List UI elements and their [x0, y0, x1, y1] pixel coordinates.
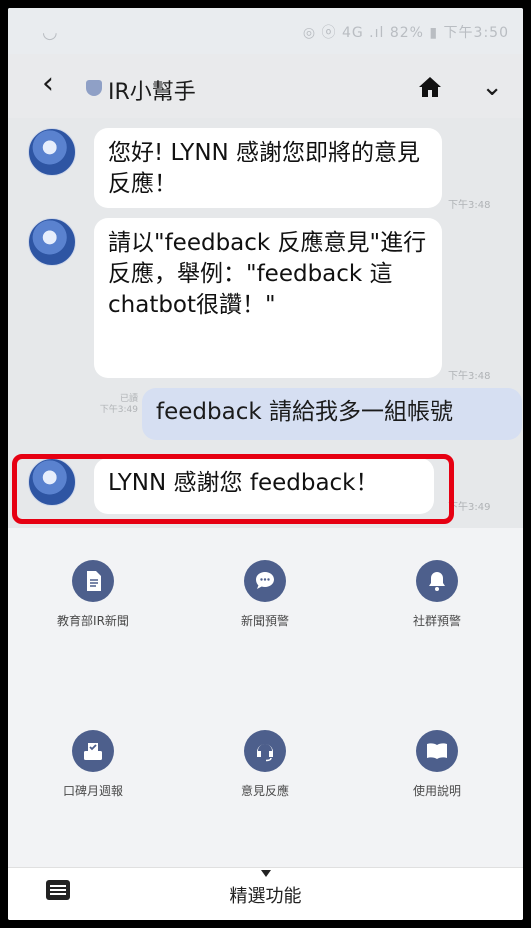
chevron-left-icon[interactable]: ‹: [42, 69, 54, 99]
menu-item-feedback[interactable]: 意見反應: [180, 730, 350, 799]
read-receipt: 已讀 下午3:49: [99, 394, 138, 415]
bottom-bar: 精選功能: [8, 867, 523, 920]
menu-item-weekly-report[interactable]: 口碑月週報: [8, 730, 178, 799]
menu-toggle-label[interactable]: 精選功能: [8, 882, 523, 908]
rich-menu: 教育部IR新聞 新聞預警 社群預警 口碑月週報 意見反應 使用說明: [8, 528, 523, 868]
document-icon: [72, 560, 114, 602]
message-bubble: 請以"feedback 反應意見"進行反應，舉例："feedback 這chat…: [94, 218, 442, 378]
bot-avatar[interactable]: [28, 218, 76, 266]
menu-label: 新聞預警: [240, 614, 289, 628]
my-message-bubble: feedback 請給我多一組帳號: [142, 388, 522, 440]
chat-bubble-icon: [244, 560, 286, 602]
caret-down-icon[interactable]: [260, 870, 271, 877]
phone-screen: ◡ ◎ ⓞ 4G .ıl 82% ▮ 下午3:50 ‹ IR小幫手 ⌄ 您好! …: [8, 8, 523, 920]
chat-header: ‹ IR小幫手 ⌄: [8, 54, 523, 118]
chat-title: IR小幫手: [108, 80, 196, 105]
message-bubble: 您好! LYNN 感謝您即將的意見反應！: [94, 128, 442, 208]
headset-icon: [244, 730, 286, 772]
chevron-down-icon[interactable]: ⌄: [481, 72, 503, 102]
inbox-check-icon: [72, 730, 114, 772]
message-time: 下午3:48: [448, 200, 491, 211]
message-text: 請以"feedback 反應意見"進行反應，舉例："feedback 這chat…: [108, 230, 427, 318]
menu-item-social-alert[interactable]: 社群預警: [352, 560, 522, 629]
menu-label: 社群預警: [412, 614, 461, 628]
menu-label: 教育部IR新聞: [57, 614, 129, 628]
book-icon: [416, 730, 458, 772]
menu-item-ir-news[interactable]: 教育部IR新聞: [8, 560, 178, 629]
notification-icon: ◡: [42, 22, 58, 43]
bot-avatar[interactable]: [28, 128, 76, 176]
bell-icon: [416, 560, 458, 602]
message-time: 下午3:48: [448, 371, 491, 382]
home-icon[interactable]: [418, 76, 442, 102]
message-text: feedback 請給我多一組帳號: [156, 399, 453, 425]
menu-item-manual[interactable]: 使用說明: [352, 730, 522, 799]
menu-label: 意見反應: [240, 784, 289, 798]
menu-label: 使用說明: [412, 784, 461, 798]
status-text: ◎ ⓞ 4G .ıl 82% ▮ 下午3:50: [302, 25, 509, 41]
menu-label: 口碑月週報: [62, 784, 123, 798]
menu-item-news-alert[interactable]: 新聞預警: [180, 560, 350, 629]
shield-icon: [86, 80, 102, 96]
chat-area: 您好! LYNN 感謝您即將的意見反應！ 下午3:48 請以"feedback …: [8, 118, 523, 514]
message-time: 下午3:49: [448, 502, 491, 513]
status-bar: ◡ ◎ ⓞ 4G .ıl 82% ▮ 下午3:50: [8, 8, 523, 54]
highlight-box: [12, 454, 454, 524]
message-text: 您好! LYNN 感謝您即將的意見反應！: [108, 140, 421, 197]
